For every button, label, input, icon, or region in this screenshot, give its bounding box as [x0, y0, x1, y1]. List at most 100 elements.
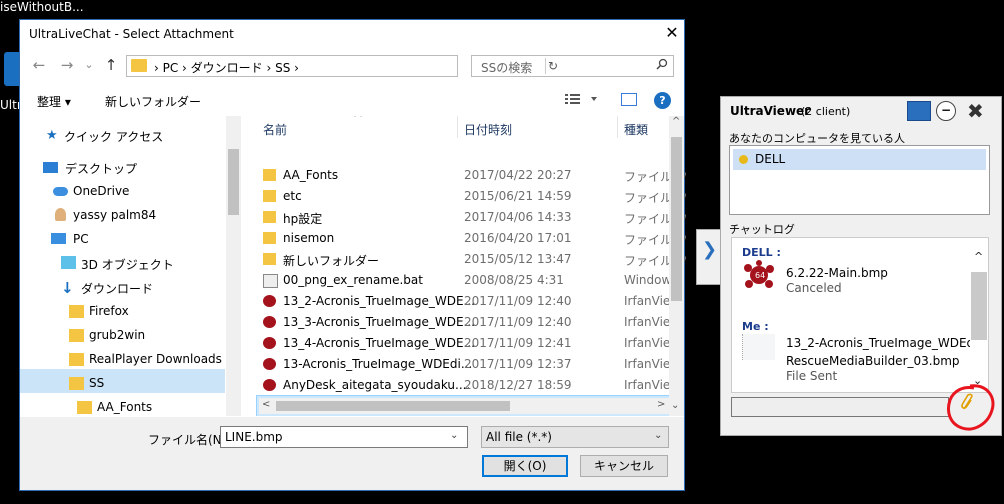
nav-scrollbar-thumb[interactable]	[228, 149, 239, 215]
folder-icon	[263, 169, 276, 181]
file-name: AA_Fonts	[283, 168, 339, 182]
scroll-up-icon[interactable]: ^	[672, 116, 680, 127]
cancel-button[interactable]: キャンセル	[580, 455, 668, 477]
file-date: 2015/06/21 14:59	[464, 189, 572, 203]
preview-pane-icon[interactable]	[621, 93, 637, 106]
view-options-icon[interactable]	[565, 92, 601, 110]
up-button[interactable]: ↑	[102, 56, 120, 74]
close-button[interactable]: ✕	[664, 23, 680, 43]
breadcrumb[interactable]: › PC › ダウンロード › SS ›	[154, 59, 299, 76]
column-divider[interactable]	[617, 116, 618, 138]
cloud-icon	[53, 187, 68, 196]
scroll-up-icon[interactable]: ^	[974, 250, 983, 263]
navigation-pane: ★ クイック アクセス デスクトップ OneDrive yassy palm84…	[20, 116, 242, 416]
file-date: 2017/11/09 12:41	[464, 336, 572, 350]
search-box[interactable]: SSの検索	[471, 55, 674, 77]
nav-label: yassy palm84	[73, 208, 157, 222]
chat-file-status: Canceled	[786, 281, 842, 295]
file-name: 新しいフォルダー	[283, 254, 380, 268]
file-name: 00_png_ex_rename.bat	[283, 273, 423, 287]
file-list: 名前 ^ 日付時刻 種類 AA_Fonts 2017/04/22 20:27 ファイ…	[243, 116, 686, 416]
file-date: 2015/05/12 13:47	[464, 252, 572, 266]
file-date: 2017/11/09 12:40	[464, 315, 572, 329]
minimize-button[interactable]: −	[936, 101, 956, 121]
file-name: 13-Acronis_TrueImage_WDEdi...	[283, 357, 473, 371]
file-row[interactable]: 13-Acronis_TrueImage_WDEdi... 2017/11/09 …	[257, 354, 680, 375]
chevron-down-icon[interactable]: ⌄	[654, 430, 662, 441]
uv-close-button[interactable]: ✖	[967, 99, 984, 123]
file-row[interactable]: etc 2015/06/21 14:59 ファイル フ	[257, 186, 686, 207]
file-date: 2018/12/27 18:59	[464, 378, 572, 392]
chat-sender: DELL :	[742, 246, 781, 259]
search-icon	[656, 58, 668, 74]
image-thumbnail-icon	[742, 334, 775, 360]
file-row[interactable]: AA_Fonts 2017/04/22 20:27 ファイル フ	[257, 165, 686, 186]
file-row[interactable]: hp設定 2017/04/06 14:33 ファイル フ	[257, 207, 686, 228]
column-header-name[interactable]: 名前	[263, 121, 287, 138]
scroll-left-icon[interactable]: <	[262, 399, 270, 410]
file-row[interactable]: 13_4-Acronis_TrueImage_WDE... 2017/11/09 …	[257, 333, 680, 354]
irfanview-icon	[263, 337, 276, 349]
file-name: nisemon	[283, 231, 335, 245]
folder-icon	[69, 377, 84, 390]
scroll-right-icon[interactable]: >	[657, 399, 665, 410]
file-row[interactable]: 新しいフォルダー 2015/05/12 13:47 ファイル フ	[257, 249, 686, 270]
folder-icon	[69, 329, 84, 342]
file-name: 13_4-Acronis_TrueImage_WDE...	[283, 336, 475, 350]
file-name: AnyDesk_aitegata_syoudaku....	[283, 378, 471, 392]
organize-menu[interactable]: 整理 ▾	[37, 93, 71, 110]
address-bar[interactable]: › PC › ダウンロード › SS › ↻	[126, 55, 558, 77]
folder-icon	[77, 401, 92, 414]
chat-message-input[interactable]	[731, 397, 949, 417]
recent-locations-button[interactable]: ⌄	[80, 56, 98, 74]
chat-scrollbar-thumb[interactable]	[971, 272, 987, 340]
filetype-select[interactable]: All file (*.*)	[481, 426, 669, 448]
file-row[interactable]: AnyDesk_aitegata_syoudaku.... 2018/12/27 …	[257, 375, 680, 396]
search-input[interactable]: SSの検索	[481, 59, 532, 76]
file-name: 13_2-Acronis_TrueImage_WDE...	[283, 294, 475, 308]
folder-icon	[263, 232, 276, 244]
column-header-type[interactable]: 種類	[624, 121, 648, 138]
chat-expand-tab[interactable]: ❯	[696, 229, 722, 285]
chat-file-name-cont[interactable]: RescueMediaBuilder_03.bmp	[786, 354, 960, 368]
nav-label: SS	[89, 376, 105, 390]
star-icon: ★	[46, 128, 58, 143]
cube-icon	[61, 256, 76, 269]
file-row[interactable]: nisemon 2016/04/20 17:01 ファイル フ	[257, 228, 686, 249]
gear-file-icon	[263, 274, 278, 288]
folder-icon	[69, 353, 84, 366]
select-attachment-dialog: UltraLiveChat - Select Attachment ✕ ← → …	[19, 19, 686, 491]
filename-label: ファイル名(N):	[148, 433, 231, 447]
file-row[interactable]: 13_2-Acronis_TrueImage_WDE... 2017/11/09 …	[257, 291, 680, 312]
chevron-down-icon[interactable]: ⌄	[450, 430, 458, 441]
folder-icon	[69, 305, 84, 318]
chat-file-name[interactable]: 6.2.22-Main.bmp	[786, 266, 888, 280]
client-row[interactable]: DELL	[733, 149, 986, 170]
desktop-title-fragment: iseWithoutB...	[0, 0, 84, 14]
open-button[interactable]: 開く(O)	[482, 455, 568, 477]
file-list-vscroll-thumb[interactable]	[671, 137, 682, 301]
status-dot-icon	[739, 155, 748, 164]
file-row[interactable]: 13_3-Acronis_TrueImage_WDE... 2017/11/09 …	[257, 312, 680, 333]
new-folder-button[interactable]: 新しいフォルダー	[105, 93, 201, 110]
chat-file-name[interactable]: 13_2-Acronis_TrueImage_WDEdit	[786, 336, 982, 350]
filename-input[interactable]: LINE.bmp	[220, 426, 468, 448]
column-divider[interactable]	[457, 116, 458, 138]
svg-text:64: 64	[755, 271, 765, 280]
download-icon: ↓	[61, 279, 74, 297]
nav-selection-highlight	[20, 369, 225, 393]
nav-label: PC	[73, 232, 89, 246]
file-row[interactable]: 00_png_ex_rename.bat 2008/08/25 4:31 Windo…	[257, 270, 671, 291]
nav-label: AA_Fonts	[97, 400, 153, 414]
scroll-down-icon[interactable]: ⌄	[671, 400, 679, 411]
column-header-date[interactable]: 日付時刻	[464, 121, 512, 138]
forward-button[interactable]: →	[58, 56, 76, 74]
file-list-hscroll-thumb[interactable]	[276, 401, 510, 411]
file-date: 2008/08/25 4:31	[464, 273, 564, 287]
help-icon[interactable]: ?	[654, 92, 671, 109]
back-button[interactable]: ←	[30, 56, 48, 74]
annotation-circle	[947, 384, 995, 431]
file-date: 2016/04/20 17:01	[464, 231, 572, 245]
file-date: 2017/04/06 14:33	[464, 210, 572, 224]
monitor-icon[interactable]	[907, 101, 931, 121]
